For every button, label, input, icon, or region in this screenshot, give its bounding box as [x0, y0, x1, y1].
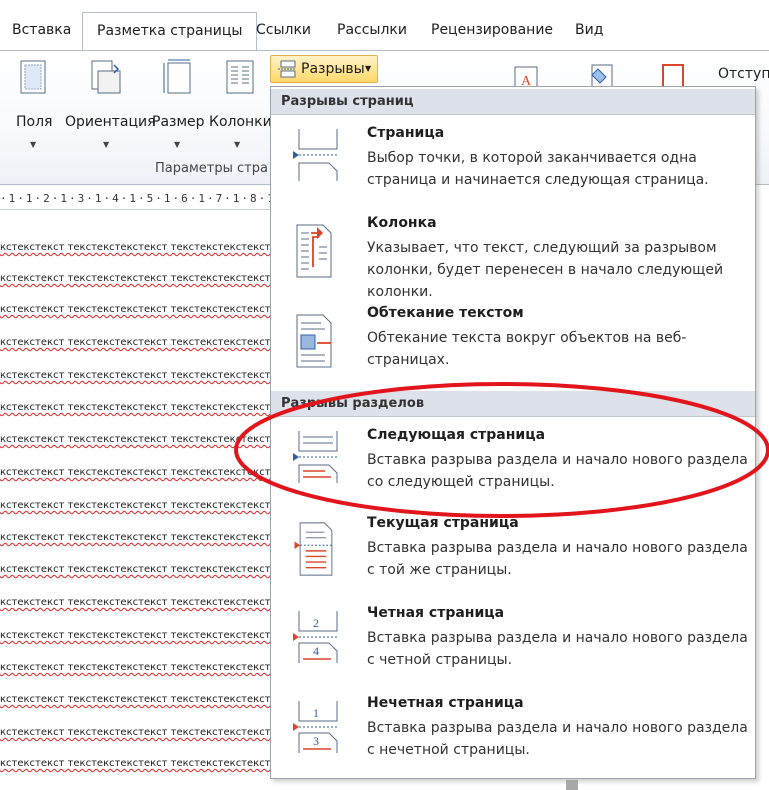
document-text-line: кстекстекст текстекстекстекст текстексте… — [0, 597, 280, 608]
even-page-next-digit: 4 — [313, 644, 319, 658]
even-page-digit: 2 — [313, 616, 319, 630]
document-text-line: кстекстекст текстекстекстекст текстексте… — [0, 273, 280, 284]
orientation-label: Ориентация — [65, 114, 156, 130]
odd-page-next-digit: 3 — [313, 734, 319, 748]
document-text-line: кстекстекст текстекстекстекст текстексте… — [0, 370, 280, 381]
document-area[interactable]: кстекстекст текстекстекстекст текстексте… — [0, 212, 280, 790]
breaks-button[interactable]: Разрывы ▼ — [270, 55, 378, 83]
ribbon-tab-bar: Вставка Разметка страницы Ссылки Рассылк… — [0, 0, 769, 51]
columns-icon — [226, 60, 254, 94]
odd-page-digit: 1 — [313, 706, 319, 720]
margins-label: Поля — [16, 114, 53, 130]
menu-item-description: Вставка разрыва раздела и начало нового … — [367, 720, 748, 758]
menu-item-title: Нечетная страница — [367, 695, 524, 711]
tab-view[interactable]: Вид — [575, 22, 603, 38]
orientation-icon — [91, 60, 121, 94]
menu-item-even-page[interactable]: 2 4 Четная страница Вставка разрыва разд… — [271, 605, 755, 677]
margins-dropdown-arrow: ▼ — [30, 140, 37, 149]
menu-item-description: Указывает, что текст, следующий за разры… — [367, 240, 724, 300]
size-dropdown-arrow: ▼ — [174, 140, 181, 149]
menu-item-description: Вставка разрыва раздела и начало нового … — [367, 630, 748, 668]
tab-page-layout[interactable]: Разметка страницы — [82, 12, 258, 51]
page-breaks-header: Разрывы страниц — [271, 89, 755, 115]
page-break-icon — [293, 129, 338, 181]
menu-item-continuous[interactable]: Текущая страница Вставка разрыва раздела… — [271, 515, 755, 587]
continuous-break-icon — [294, 522, 333, 576]
column-break-icon — [296, 224, 332, 278]
text-wrapping-icon — [296, 314, 332, 368]
document-text-line: кстекстекст текстекстекстекст текстексте… — [0, 242, 280, 253]
document-text-line: кстекстекст текстекстекстекст текстексте… — [0, 694, 280, 705]
menu-item-description: Вставка разрыва раздела и начало нового … — [367, 540, 748, 578]
breaks-icon — [278, 60, 296, 78]
page-setup-group-label: Параметры стра — [155, 161, 268, 176]
columns-dropdown-arrow: ▼ — [234, 140, 241, 149]
tab-references[interactable]: Ссылки — [256, 22, 311, 38]
menu-item-next-page[interactable]: Следующая страница Вставка разрыва разде… — [271, 425, 755, 497]
orientation-dropdown-arrow: ▼ — [103, 140, 110, 149]
menu-item-title: Следующая страница — [367, 427, 546, 443]
menu-item-title: Колонка — [367, 215, 437, 231]
next-page-break-icon — [293, 431, 338, 483]
menu-item-title: Четная страница — [367, 605, 505, 621]
section-breaks-header: Разрывы разделов — [271, 391, 755, 417]
document-text-line: кстекстекст текстекстекстекст текстексте… — [0, 662, 280, 673]
menu-item-page-break[interactable]: Страница Выбор точки, в которой заканчив… — [271, 123, 755, 195]
size-label: Размер — [152, 114, 205, 130]
breaks-dropdown-menu: Разрывы страниц Страница Выбор точки, в … — [270, 86, 756, 779]
document-text-line: кстекстекст текстекстекстекст текстексте… — [0, 532, 280, 543]
menu-item-column-break[interactable]: Колонка Указывает, что текст, следующий … — [271, 213, 755, 300]
tab-review[interactable]: Рецензирование — [431, 22, 553, 38]
menu-item-description: Вставка разрыва раздела и начало нового … — [367, 452, 748, 490]
menu-item-odd-page[interactable]: 1 3 Нечетная страница Вставка разрыва ра… — [271, 695, 755, 767]
columns-label: Колонки — [209, 114, 272, 130]
menu-item-title: Обтекание текстом — [367, 305, 524, 321]
tab-mailings[interactable]: Рассылки — [337, 22, 407, 38]
horizontal-ruler[interactable]: ·1·1·2·1·3·1·4·1·5·1·6·1·7·1·8·1· — [0, 186, 280, 210]
document-text-line: кстекстекст текстекстекстекст текстексте… — [0, 630, 280, 641]
odd-page-break-icon: 1 3 — [293, 701, 338, 753]
menu-item-description: Выбор точки, в которой заканчивается одн… — [367, 150, 709, 188]
menu-item-title: Страница — [367, 125, 445, 141]
breaks-label: Разрывы — [301, 61, 365, 77]
document-text-line: кстекстекст текстекстекстекст текстексте… — [0, 727, 280, 738]
document-text-line: кстекстекст текстекстекстекст текстексте… — [0, 337, 280, 348]
scrollbar-thumb[interactable] — [566, 780, 578, 790]
document-text-line: кстекстекст текстекстекстекст текстексте… — [0, 402, 280, 413]
menu-item-title: Текущая страница — [367, 515, 519, 531]
breaks-dropdown-arrow: ▼ — [365, 64, 372, 73]
margins-icon — [20, 60, 46, 94]
document-text-line: кстекстекст текстекстекстекст текстексте… — [0, 564, 280, 575]
menu-item-text-wrapping[interactable]: Обтекание текстом Обтекание текста вокру… — [271, 303, 755, 368]
document-text-line: кстекстекст текстекстекстекст текстексте… — [0, 304, 280, 315]
size-icon — [163, 59, 191, 94]
document-text-line: кстекстекст текстекстекстекст текстексте… — [0, 758, 280, 769]
menu-item-description: Обтекание текста вокруг объектов на веб-… — [367, 330, 687, 368]
even-page-break-icon: 2 4 — [293, 611, 338, 663]
document-text-line: кстекстекст текстекстекстекст текстексте… — [0, 500, 280, 511]
document-text-line: кстекстекст текстекстекстекст текстексте… — [0, 434, 280, 445]
document-text-line: кстекстекст текстекстекстекст текстексте… — [0, 467, 280, 478]
tab-insert[interactable]: Вставка — [12, 22, 71, 38]
indent-label: Отступ — [718, 66, 769, 82]
